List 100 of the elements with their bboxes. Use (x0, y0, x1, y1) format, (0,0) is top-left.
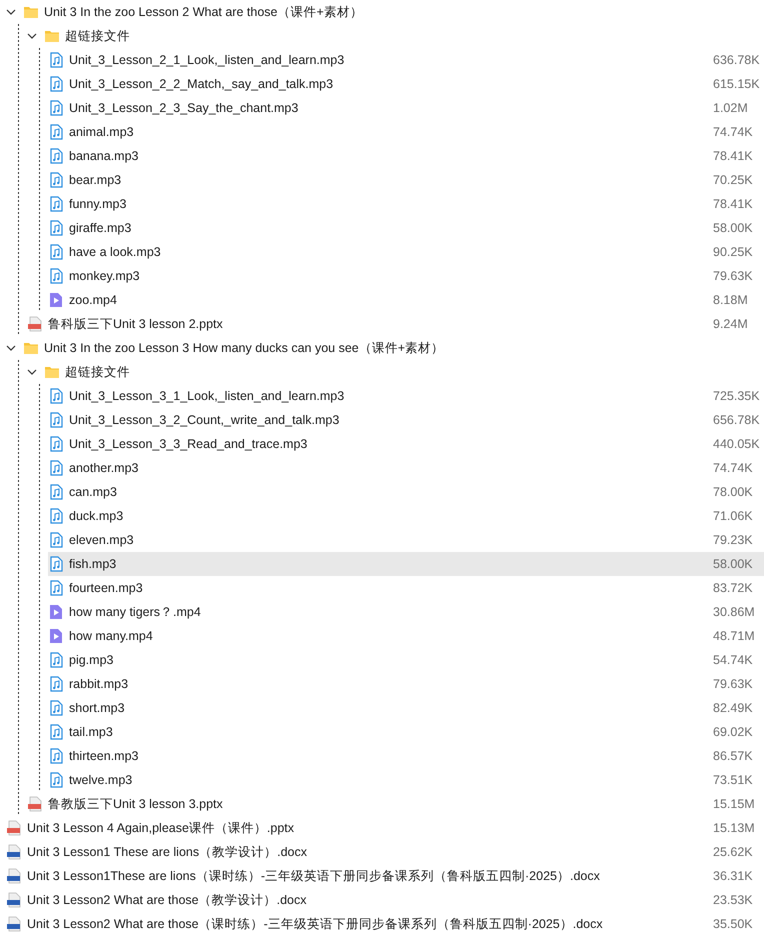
file-name: tail.mp3 (69, 725, 113, 739)
file-row[interactable]: short.mp3 82.49K (48, 696, 764, 720)
file-row[interactable]: Unit 3 Lesson1These are lions（课时练）-三年级英语下册同步备课系列（鲁科版五四制·2025）.docx 36.31K (6, 864, 764, 888)
file-row[interactable]: 鲁科版三下Unit 3 lesson 2.pptx 9.24M (27, 312, 764, 336)
file-row[interactable]: how many.mp4 48.71M (48, 624, 764, 648)
file-row[interactable]: monkey.mp3 79.63K (48, 264, 764, 288)
audio-file-icon (48, 76, 64, 92)
audio-file-icon (48, 652, 64, 668)
file-row[interactable]: Unit 3 Lesson1 These are lions（教学设计）.docx 25.62K (6, 840, 764, 864)
folder-row[interactable]: 超链接文件 (26, 24, 764, 48)
file-size: 82.49K (713, 701, 754, 715)
audio-file-icon (48, 772, 64, 788)
file-row[interactable]: rabbit.mp3 79.63K (48, 672, 764, 696)
file-size: 71.06K (713, 509, 754, 523)
file-row[interactable]: bear.mp3 70.25K (48, 168, 764, 192)
presentation-file-icon (6, 820, 22, 836)
file-size: 9.24M (713, 317, 749, 331)
audio-file-icon (48, 244, 64, 260)
folder-name: Unit 3 In the zoo Lesson 3 How many ducks can you see（课件+素材） (44, 340, 444, 356)
file-row[interactable]: Unit_3_Lesson_2_1_Look,_listen_and_learn.mp3 636.78K (48, 48, 764, 72)
file-row[interactable]: fish.mp3 58.00K (48, 552, 764, 576)
file-row[interactable]: Unit 3 Lesson 4 Again,please课件（课件）.pptx 15.13M (6, 816, 764, 840)
audio-file-icon (48, 748, 64, 764)
file-size: 79.63K (713, 269, 754, 283)
folder-name: 超链接文件 (65, 364, 130, 380)
file-size: 79.23K (713, 533, 754, 547)
audio-file-icon (48, 580, 64, 596)
file-row[interactable]: pig.mp3 54.74K (48, 648, 764, 672)
audio-file-icon (48, 556, 64, 572)
audio-file-icon (48, 508, 64, 524)
file-name: bear.mp3 (69, 173, 122, 187)
file-name: animal.mp3 (69, 125, 134, 139)
file-row[interactable]: zoo.mp4 8.18M (48, 288, 764, 312)
folder-row[interactable]: 超链接文件 (26, 360, 764, 384)
file-row[interactable]: Unit_3_Lesson_2_2_Match,_say_and_talk.mp3 615.15K (48, 72, 764, 96)
folder-icon (44, 28, 60, 44)
audio-file-icon (48, 220, 64, 236)
file-name: Unit 3 Lesson2 What are those（课时练）-三年级英语下册同步备课系列（鲁科版五四制·2025）.docx (27, 916, 603, 932)
file-row[interactable]: have a look.mp3 90.25K (48, 240, 764, 264)
file-size: 74.74K (713, 461, 754, 475)
file-size: 73.51K (713, 773, 754, 787)
folder-icon (23, 4, 39, 20)
file-name: Unit 3 Lesson1 These are lions（教学设计）.docx (27, 844, 307, 860)
file-size: 78.41K (713, 197, 754, 211)
audio-file-icon (48, 460, 64, 476)
file-row[interactable]: duck.mp3 71.06K (48, 504, 764, 528)
file-name: Unit_3_Lesson_3_3_Read_and_trace.mp3 (69, 437, 308, 451)
audio-file-icon (48, 52, 64, 68)
file-name: pig.mp3 (69, 653, 114, 667)
audio-file-icon (48, 412, 64, 428)
audio-file-icon (48, 124, 64, 140)
file-name: how many.mp4 (69, 629, 153, 643)
file-row[interactable]: Unit_3_Lesson_3_3_Read_and_trace.mp3 440.05K (48, 432, 764, 456)
file-row[interactable]: another.mp3 74.74K (48, 456, 764, 480)
file-row[interactable]: giraffe.mp3 58.00K (48, 216, 764, 240)
file-row[interactable]: thirteen.mp3 86.57K (48, 744, 764, 768)
file-row[interactable]: funny.mp3 78.41K (48, 192, 764, 216)
file-name: can.mp3 (69, 485, 117, 499)
file-size: 8.18M (713, 293, 749, 307)
file-row[interactable]: Unit 3 Lesson2 What are those（教学设计）.docx 23.53K (6, 888, 764, 912)
document-file-icon (6, 892, 22, 908)
file-name: Unit_3_Lesson_3_1_Look,_listen_and_learn.mp3 (69, 389, 344, 403)
file-row[interactable]: Unit_3_Lesson_3_1_Look,_listen_and_learn.mp3 725.35K (48, 384, 764, 408)
folder-icon (23, 340, 39, 356)
file-name: Unit 3 Lesson 4 Again,please课件（课件）.pptx (27, 820, 294, 836)
file-size: 23.53K (713, 893, 754, 907)
file-row[interactable]: Unit_3_Lesson_2_3_Say_the_chant.mp3 1.02M (48, 96, 764, 120)
file-row[interactable]: how many tigers？.mp4 30.86M (48, 600, 764, 624)
folder-row[interactable]: Unit 3 In the zoo Lesson 3 How many ducks can you see（课件+素材） (5, 336, 764, 360)
file-row[interactable]: fourteen.mp3 83.72K (48, 576, 764, 600)
presentation-file-icon (27, 796, 43, 812)
file-row[interactable]: 鲁教版三下Unit 3 lesson 3.pptx 15.15M (27, 792, 764, 816)
audio-file-icon (48, 100, 64, 116)
folder-row[interactable]: Unit 3 In the zoo Lesson 2 What are those（课件+素材） (5, 0, 764, 24)
file-row[interactable]: twelve.mp3 73.51K (48, 768, 764, 792)
file-row[interactable]: tail.mp3 69.02K (48, 720, 764, 744)
file-size: 15.13M (713, 821, 756, 835)
file-size: 15.15M (713, 797, 756, 811)
file-row[interactable]: eleven.mp3 79.23K (48, 528, 764, 552)
file-row[interactable]: can.mp3 78.00K (48, 480, 764, 504)
file-row[interactable]: banana.mp3 78.41K (48, 144, 764, 168)
file-size: 78.00K (713, 485, 754, 499)
folder-name: 超链接文件 (65, 28, 130, 44)
file-size: 79.63K (713, 677, 754, 691)
file-name: fish.mp3 (69, 557, 116, 571)
file-size: 83.72K (713, 581, 754, 595)
file-size: 48.71M (713, 629, 756, 643)
file-row[interactable]: animal.mp3 74.74K (48, 120, 764, 144)
file-name: Unit_3_Lesson_2_1_Look,_listen_and_learn.mp3 (69, 53, 344, 67)
file-row[interactable]: Unit 3 Lesson2 What are those（课时练）-三年级英语下册同步备课系列（鲁科版五四制·2025）.docx 35.50K (6, 912, 764, 936)
file-name: zoo.mp4 (69, 293, 117, 307)
document-file-icon (6, 844, 22, 860)
file-name: duck.mp3 (69, 509, 124, 523)
file-size: 1.02M (713, 101, 749, 115)
audio-file-icon (48, 268, 64, 284)
audio-file-icon (48, 172, 64, 188)
file-name: have a look.mp3 (69, 245, 161, 259)
file-name: giraffe.mp3 (69, 221, 132, 235)
file-row[interactable]: Unit_3_Lesson_3_2_Count,_write_and_talk.mp3 656.78K (48, 408, 764, 432)
file-name: eleven.mp3 (69, 533, 134, 547)
